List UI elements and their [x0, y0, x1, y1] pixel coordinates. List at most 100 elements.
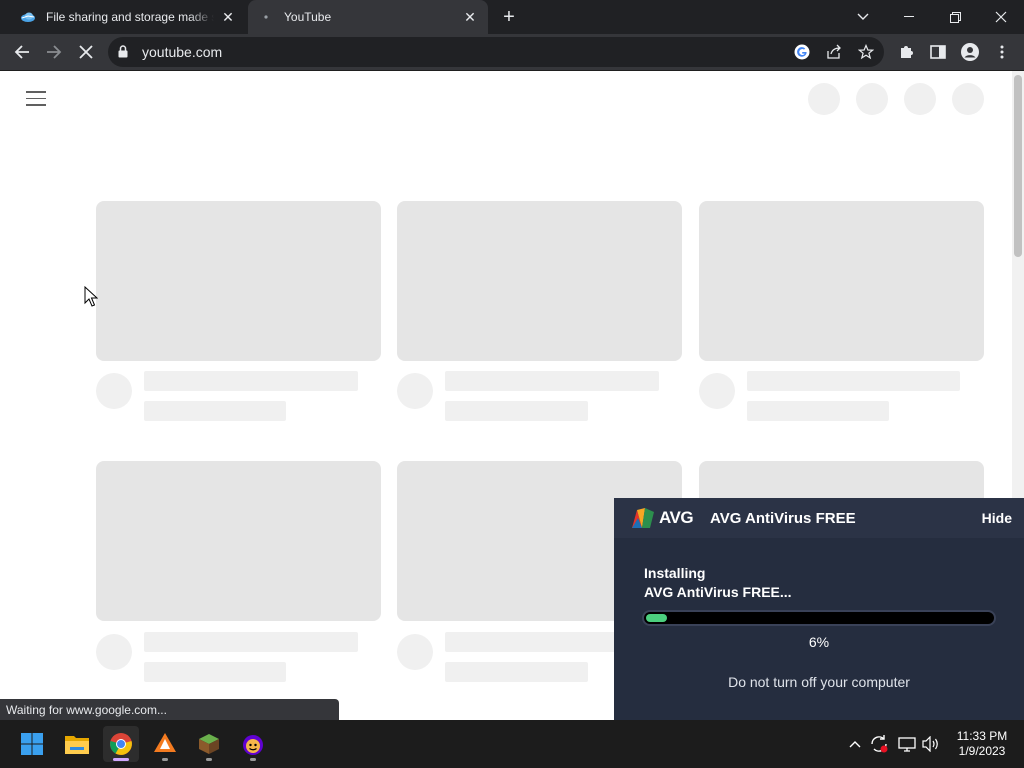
browser-toolbar: youtube.com — [0, 34, 1024, 71]
close-icon — [995, 11, 1007, 23]
video-meta-placeholder — [144, 662, 286, 682]
file-explorer-button[interactable] — [59, 726, 95, 762]
taskbar-clock[interactable]: 11:33 PM 1/9/2023 — [950, 729, 1014, 759]
tab-title: YouTube — [284, 10, 332, 24]
start-button[interactable] — [14, 726, 50, 762]
video-meta-placeholder — [144, 401, 286, 421]
running-app-indicator — [206, 758, 212, 761]
channel-avatar-placeholder — [699, 373, 735, 409]
tab-strip: File sharing and storage made simple ✕ Y… — [0, 0, 1024, 34]
chevron-down-icon — [857, 13, 869, 20]
network-icon — [898, 737, 916, 752]
restore-button[interactable] — [932, 0, 978, 34]
channel-avatar-placeholder — [397, 373, 433, 409]
start-icon — [21, 733, 43, 755]
scrollbar-thumb[interactable] — [1014, 75, 1022, 257]
clock-time: 11:33 PM — [956, 729, 1008, 743]
tab-title: File sharing and storage made simple — [46, 10, 214, 24]
stop-loading-button[interactable] — [72, 38, 100, 66]
avg-title: AVG AntiVirus FREE — [710, 510, 856, 527]
clock-date: 1/9/2023 — [958, 744, 1006, 758]
status-bubble: Waiting for www.google.com... — [0, 699, 339, 720]
yahoo-icon — [243, 735, 263, 755]
forward-arrow-icon — [47, 45, 62, 59]
video-title-placeholder — [144, 632, 358, 652]
mouse-pointer-icon — [84, 285, 99, 313]
tab-search-button[interactable] — [840, 0, 886, 34]
tab-file-sharing[interactable]: File sharing and storage made simple ✕ — [10, 0, 246, 34]
video-thumbnail-placeholder — [699, 201, 984, 361]
video-title-placeholder — [144, 371, 358, 391]
video-title-placeholder — [747, 371, 960, 391]
show-hidden-icons-button[interactable] — [845, 734, 865, 754]
lock-icon — [118, 45, 128, 63]
back-arrow-icon — [14, 45, 29, 59]
side-panel-icon — [930, 45, 946, 59]
tab-youtube[interactable]: YouTube ✕ — [248, 0, 488, 34]
avg-install-popup: AVG AVG AntiVirus FREE Hide Installing A… — [614, 498, 1024, 720]
stop-icon — [79, 45, 93, 59]
avast-icon — [154, 733, 176, 752]
tab-close-icon[interactable]: ✕ — [462, 9, 478, 25]
avg-progress-percent: 6% — [808, 634, 830, 650]
avg-install-status: Installing AVG AntiVirus FREE... — [644, 564, 792, 602]
avg-progress-bar — [642, 610, 996, 626]
video-title-placeholder — [445, 371, 659, 391]
channel-avatar-placeholder — [96, 634, 132, 670]
volume-tray[interactable] — [921, 734, 941, 754]
file-explorer-icon — [65, 736, 89, 754]
side-panel-button[interactable] — [924, 38, 952, 66]
share-icon[interactable] — [824, 42, 844, 62]
video-thumbnail-placeholder — [96, 201, 381, 361]
chrome-icon — [110, 733, 132, 755]
sync-status-tray[interactable] — [869, 734, 889, 754]
sync-icon — [871, 735, 888, 753]
active-app-indicator — [113, 758, 129, 761]
chevron-up-icon — [849, 741, 861, 748]
minecraft-taskbar-button[interactable] — [191, 726, 227, 762]
hamburger-menu-icon[interactable] — [26, 91, 46, 107]
video-thumbnail-placeholder — [96, 461, 381, 621]
avg-install-line1: Installing — [644, 565, 706, 581]
close-window-button[interactable] — [978, 0, 1024, 34]
new-tab-button[interactable]: + — [498, 6, 520, 28]
extensions-button[interactable] — [892, 38, 920, 66]
menu-button[interactable] — [988, 38, 1016, 66]
avg-hide-button[interactable]: Hide — [982, 510, 1012, 526]
google-lens-icon[interactable] — [792, 42, 812, 62]
skeleton-header-icon — [952, 83, 984, 115]
avast-taskbar-button[interactable] — [147, 726, 183, 762]
chrome-taskbar-button[interactable] — [103, 726, 139, 762]
kebab-menu-icon — [1000, 45, 1004, 59]
profile-icon — [961, 43, 979, 61]
address-bar[interactable]: youtube.com — [108, 37, 884, 67]
skeleton-header-icon — [904, 83, 936, 115]
avg-body: Installing AVG AntiVirus FREE... 6% Do n… — [614, 538, 1024, 720]
puzzle-icon — [901, 46, 913, 58]
avg-header: AVG AVG AntiVirus FREE Hide — [614, 498, 1024, 538]
video-meta-placeholder — [445, 662, 588, 682]
windows-taskbar: 11:33 PM 1/9/2023 — [0, 720, 1024, 768]
avg-logo-text: AVG — [659, 508, 694, 527]
loading-spinner-icon — [258, 9, 274, 25]
avg-warning-note: Do not turn off your computer — [728, 674, 910, 690]
channel-avatar-placeholder — [397, 634, 433, 670]
forward-button[interactable] — [40, 38, 68, 66]
minimize-button[interactable] — [886, 0, 932, 34]
bookmark-star-icon[interactable] — [856, 42, 876, 62]
minimize-icon — [904, 16, 914, 17]
avg-progress-fill — [646, 614, 667, 622]
profile-button[interactable] — [956, 38, 984, 66]
restore-icon — [949, 11, 961, 23]
tab-close-icon[interactable]: ✕ — [220, 9, 236, 25]
video-meta-placeholder — [747, 401, 889, 421]
video-thumbnail-placeholder — [397, 201, 682, 361]
skeleton-header-icon — [856, 83, 888, 115]
video-meta-placeholder — [445, 401, 588, 421]
back-button[interactable] — [8, 38, 36, 66]
yahoo-taskbar-button[interactable] — [235, 726, 271, 762]
network-tray[interactable] — [897, 734, 917, 754]
channel-avatar-placeholder — [96, 373, 132, 409]
address-url[interactable]: youtube.com — [142, 44, 222, 60]
avg-logo-mark-icon — [632, 508, 654, 528]
